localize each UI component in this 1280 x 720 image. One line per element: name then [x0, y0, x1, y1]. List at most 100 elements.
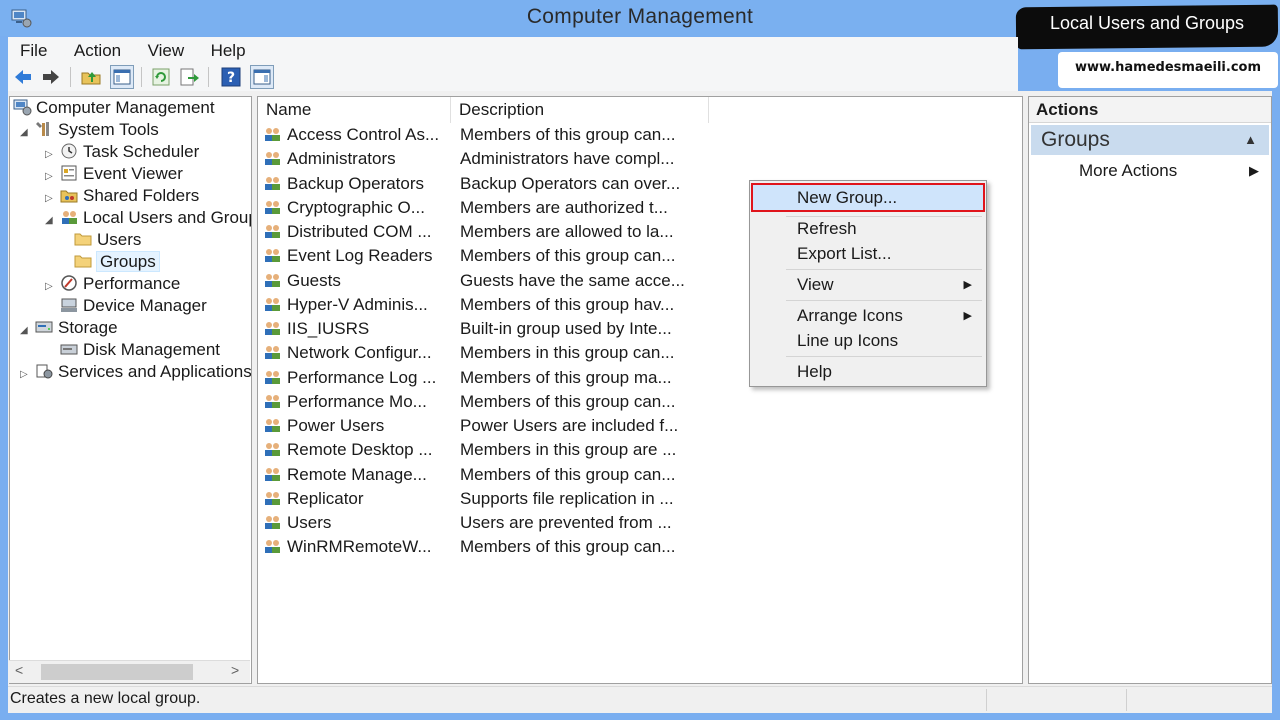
group-icon — [262, 513, 282, 531]
menu-item-export-list[interactable]: Export List... — [752, 242, 984, 266]
tree-horizontal-scrollbar[interactable]: < > — [9, 660, 250, 683]
group-name: Performance Log ... — [287, 367, 437, 387]
group-name: Users — [287, 513, 332, 532]
group-icon — [262, 489, 282, 507]
group-icon — [262, 149, 282, 167]
menu-view[interactable]: View — [136, 37, 195, 61]
group-name: Power Users — [287, 416, 385, 435]
tree-item-local-users-and-groups[interactable]: ◢ Local Users and Groups — [45, 207, 252, 232]
scrollbar-thumb[interactable] — [41, 664, 193, 680]
column-header-name[interactable]: Name — [258, 97, 451, 123]
menu-action[interactable]: Action — [62, 37, 131, 61]
group-name-cell: Remote Desktop ... — [262, 438, 452, 462]
table-row[interactable]: WinRMRemoteW... Members of this group can… — [258, 535, 1022, 559]
menu-item-new-group[interactable]: New Group... — [752, 186, 984, 210]
tree-item-event-viewer[interactable]: ▷ Event Viewer — [45, 163, 183, 185]
menu-item-arrange-icons[interactable]: Arrange Icons ▶ — [752, 304, 984, 328]
help-icon[interactable]: ? — [220, 66, 242, 88]
status-bar: Creates a new local group. — [8, 686, 1272, 713]
table-row[interactable]: Access Control As... Members of this grou… — [258, 123, 1022, 147]
show-hide-tree-icon[interactable] — [110, 65, 134, 89]
tree-item-groups[interactable]: Groups — [73, 251, 160, 273]
group-name: Network Configur... — [287, 343, 432, 363]
group-name: Performance Mo... — [287, 391, 427, 411]
group-description: Backup Operators can over... — [460, 173, 681, 193]
group-name: Remote Manage... — [287, 464, 427, 484]
scroll-right-icon[interactable]: > — [231, 662, 239, 678]
svg-text:?: ? — [227, 70, 235, 86]
group-icon — [262, 198, 282, 216]
group-name-cell: Cryptographic O... — [262, 196, 452, 220]
scroll-left-icon[interactable]: < — [15, 662, 23, 678]
tree-item-label: Shared Folders — [83, 186, 200, 205]
group-name: Access Control As... — [287, 125, 440, 144]
menu-item-label: New Group... — [797, 188, 898, 207]
table-row[interactable]: Power Users Power Users are included f... — [258, 414, 1022, 438]
actions-group-header[interactable]: Groups ▲ — [1031, 125, 1269, 155]
expanded-arrow-icon[interactable]: ◢ — [45, 210, 59, 232]
menu-item-label: Export List... — [797, 244, 892, 263]
menu-file[interactable]: File — [8, 37, 57, 61]
expanded-arrow-icon[interactable]: ◢ — [20, 320, 34, 342]
submenu-arrow-icon: ▶ — [963, 310, 972, 322]
tree-item-label: Services and Applications — [58, 362, 252, 381]
group-icon — [262, 295, 282, 313]
toolbar-separator — [208, 67, 209, 87]
toolbar-separator — [70, 67, 71, 87]
tree-item-label: Disk Management — [83, 340, 221, 359]
group-name-cell: Access Control As... — [262, 123, 452, 147]
menu-item-label: Help — [797, 362, 832, 381]
menu-item-view[interactable]: View ▶ — [752, 273, 984, 297]
more-actions-item[interactable]: More Actions ▶ — [1079, 159, 1259, 183]
group-description: Members are authorized t... — [460, 197, 668, 217]
tree-item-computer-management[interactable]: Computer Management — [12, 97, 215, 119]
group-icon — [262, 246, 282, 264]
table-row[interactable]: Administrators Administrators have compl.… — [258, 147, 1022, 171]
tree-item-users[interactable]: Users — [73, 229, 141, 251]
group-name-cell: Network Configur... — [262, 341, 452, 365]
menu-separator — [786, 269, 982, 270]
tree-item-task-scheduler[interactable]: ▷ Task Scheduler — [45, 141, 199, 163]
collapsed-arrow-icon[interactable]: ▷ — [20, 364, 34, 386]
group-description: Members of this group can... — [460, 391, 676, 411]
export-list-icon[interactable] — [178, 66, 200, 88]
device-manager-icon — [61, 298, 77, 312]
tree-item-services-and-applications[interactable]: ▷ Services and Applications — [20, 361, 252, 386]
tree-item-shared-folders[interactable]: ▷ Shared Folders — [45, 185, 199, 207]
group-description: Members of this group can... — [460, 464, 676, 484]
computer-management-icon — [13, 99, 32, 116]
menu-help[interactable]: Help — [199, 37, 256, 61]
group-name: Administrators — [287, 149, 396, 169]
expanded-arrow-icon[interactable]: ◢ — [20, 122, 34, 144]
group-description: Members of this group ma... — [460, 367, 672, 387]
tree-item-device-manager[interactable]: Device Manager — [59, 295, 207, 317]
tree-item-disk-management[interactable]: Disk Management — [59, 339, 220, 361]
table-row[interactable]: Remote Desktop ... Members in this group … — [258, 438, 1022, 462]
collapsed-arrow-icon[interactable]: ▷ — [45, 276, 59, 298]
table-row[interactable]: Users Users are prevented from ... — [258, 511, 1022, 535]
column-header-description[interactable]: Description — [451, 97, 709, 123]
menu-item-help[interactable]: Help — [752, 360, 984, 384]
table-row[interactable]: Remote Manage... Members of this group ca… — [258, 463, 1022, 487]
back-icon[interactable] — [12, 66, 34, 88]
menu-item-line-up-icons[interactable]: Line up Icons — [752, 329, 984, 353]
tree-item-system-tools[interactable]: ◢ System Tools — [20, 119, 159, 141]
actions-title: Actions — [1029, 97, 1271, 123]
tree-item-label: Local Users and Groups — [83, 208, 252, 227]
forward-icon[interactable] — [40, 66, 62, 88]
group-description: Administrators have compl... — [460, 149, 675, 169]
group-name: WinRMRemoteW... — [287, 537, 432, 557]
tree-item-performance[interactable]: ▷ Performance — [45, 273, 180, 295]
refresh-icon[interactable] — [150, 66, 172, 88]
table-row[interactable]: Replicator Supports file replication in .… — [258, 487, 1022, 511]
tree-item-storage[interactable]: ◢ Storage — [20, 317, 118, 339]
system-tools-icon — [36, 122, 49, 136]
show-hide-action-pane-icon[interactable] — [250, 65, 274, 89]
menu-item-refresh[interactable]: Refresh — [752, 217, 984, 241]
group-icon — [262, 416, 282, 434]
table-row[interactable]: Performance Mo... Members of this group c… — [258, 390, 1022, 414]
up-folder-icon[interactable] — [80, 66, 102, 88]
collapse-up-icon[interactable]: ▲ — [1244, 125, 1257, 155]
group-icon — [262, 440, 282, 458]
group-name-cell: Distributed COM ... — [262, 220, 452, 244]
